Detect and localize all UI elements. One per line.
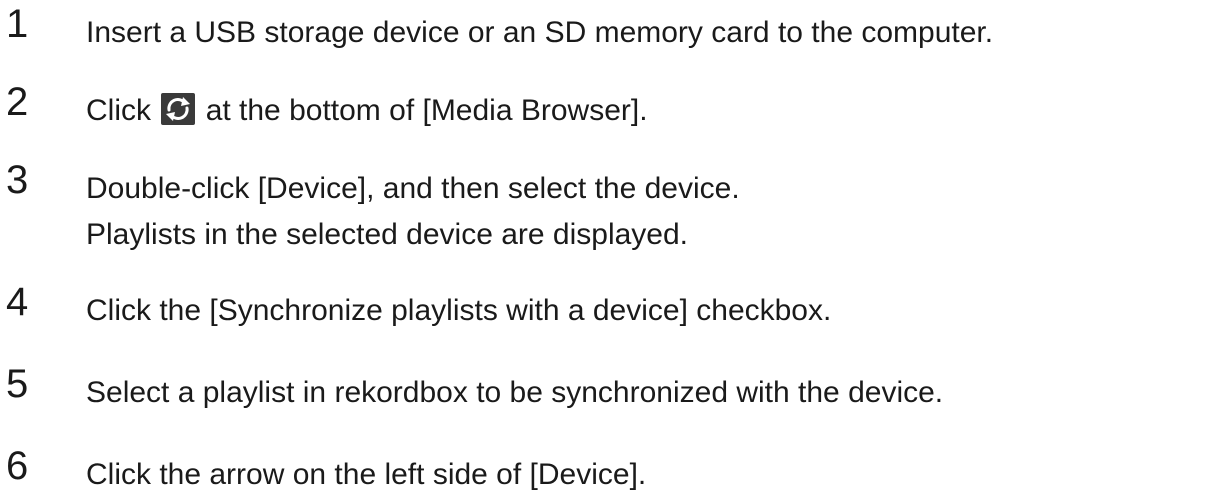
- sync-icon: [161, 93, 196, 126]
- step-text-before-icon: Click: [86, 94, 151, 127]
- step-number: 5: [6, 362, 29, 406]
- step-number: 6: [6, 444, 29, 488]
- step-text-after-icon: at the bottom of [Media Browser].: [205, 94, 648, 127]
- step-text: Click the [Synchronize playlists with a …: [86, 294, 832, 327]
- step-text-continued: Playlists in the selected device are dis…: [86, 218, 688, 251]
- step-number: 1: [6, 2, 29, 46]
- step-number: 4: [6, 280, 29, 324]
- step-text: Click at the bottom of [Media Browser].: [86, 93, 648, 128]
- step-text: Double-click [Device], and then select t…: [86, 172, 740, 205]
- instruction-steps: 1 Insert a USB storage device or an SD m…: [0, 0, 1217, 504]
- step-number: 2: [6, 80, 29, 124]
- step-text: Insert a USB storage device or an SD mem…: [86, 16, 994, 49]
- step-number: 3: [6, 158, 29, 202]
- step-text: Select a playlist in rekordbox to be syn…: [86, 376, 944, 409]
- step-text: Click the arrow on the left side of [Dev…: [86, 458, 647, 491]
